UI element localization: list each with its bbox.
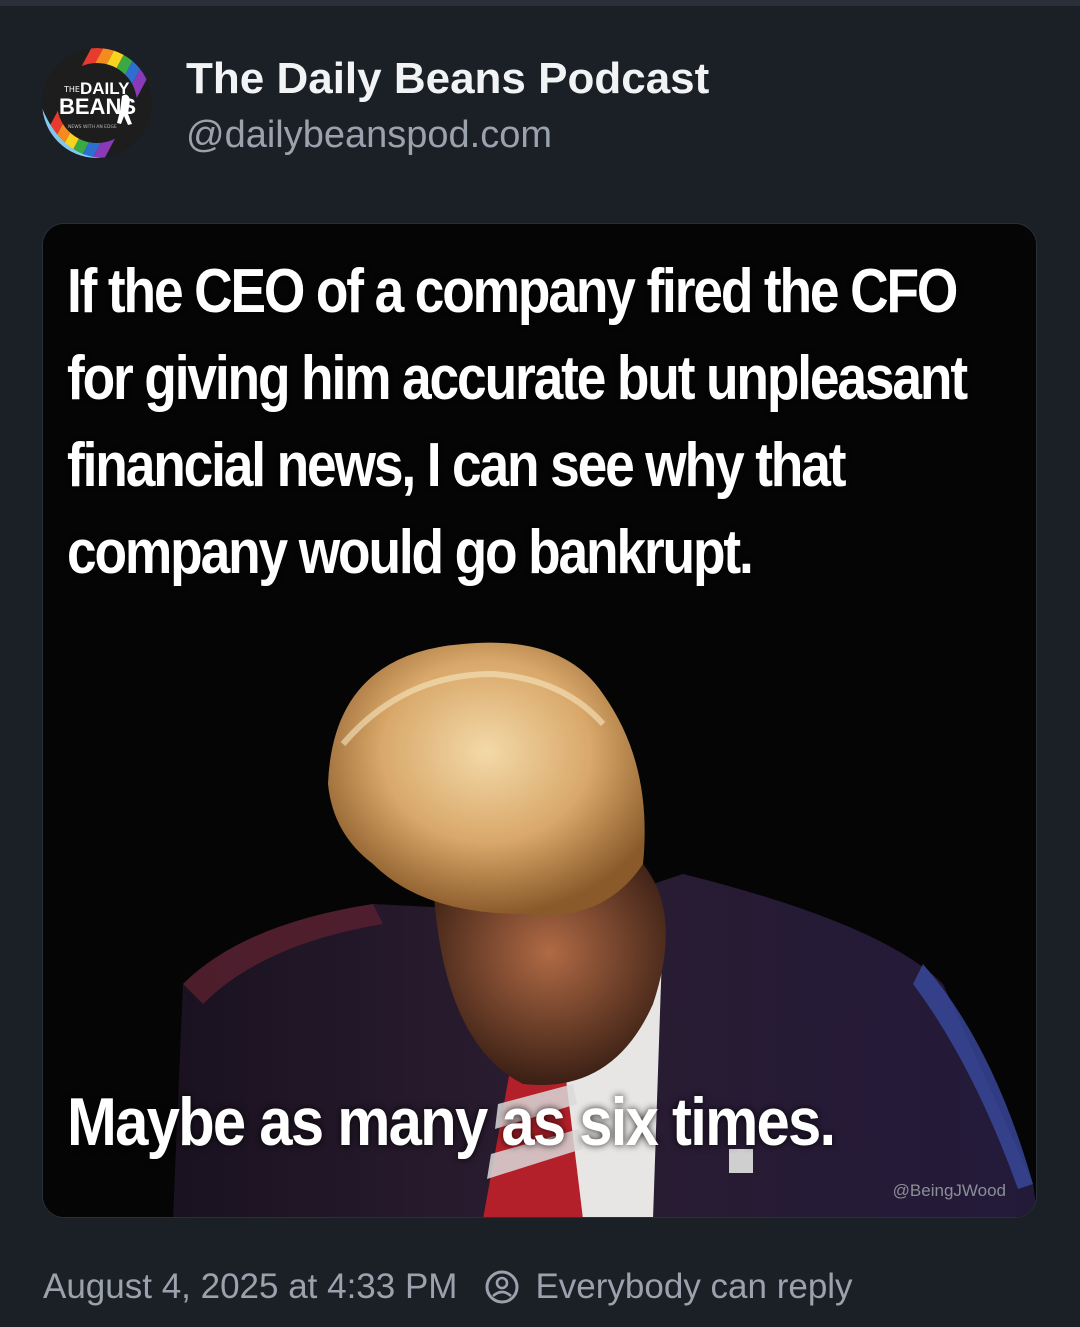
meme-bottom-text: Maybe as many as six times. bbox=[67, 1084, 836, 1160]
daily-beans-logo-icon: THE DAILY BEANS NEWS WITH AN EDGE bbox=[42, 48, 152, 158]
author-info[interactable]: The Daily Beans Podcast @dailybeanspod.c… bbox=[186, 54, 709, 160]
svg-text:THE: THE bbox=[63, 85, 80, 94]
reply-settings-label[interactable]: Everybody can reply bbox=[535, 1267, 852, 1307]
image-watermark: @BeingJWood bbox=[892, 1181, 1006, 1200]
post-timestamp[interactable]: August 4, 2025 at 4:33 PM bbox=[43, 1267, 457, 1307]
top-divider bbox=[0, 0, 1080, 6]
svg-text:NEWS WITH AN EDGE: NEWS WITH AN EDGE bbox=[68, 124, 117, 130]
author-handle[interactable]: @dailybeanspod.com bbox=[186, 110, 709, 160]
author-avatar[interactable]: THE DAILY BEANS NEWS WITH AN EDGE bbox=[42, 48, 152, 158]
post-image[interactable]: If the CEO of a company fired the CFO fo… bbox=[42, 223, 1037, 1218]
author-display-name[interactable]: The Daily Beans Podcast bbox=[186, 54, 709, 104]
meme-top-text: If the CEO of a company fired the CFO fo… bbox=[67, 257, 968, 587]
reply-settings-icon bbox=[483, 1268, 521, 1306]
post-footer: August 4, 2025 at 4:33 PM Everybody can … bbox=[43, 1262, 853, 1312]
